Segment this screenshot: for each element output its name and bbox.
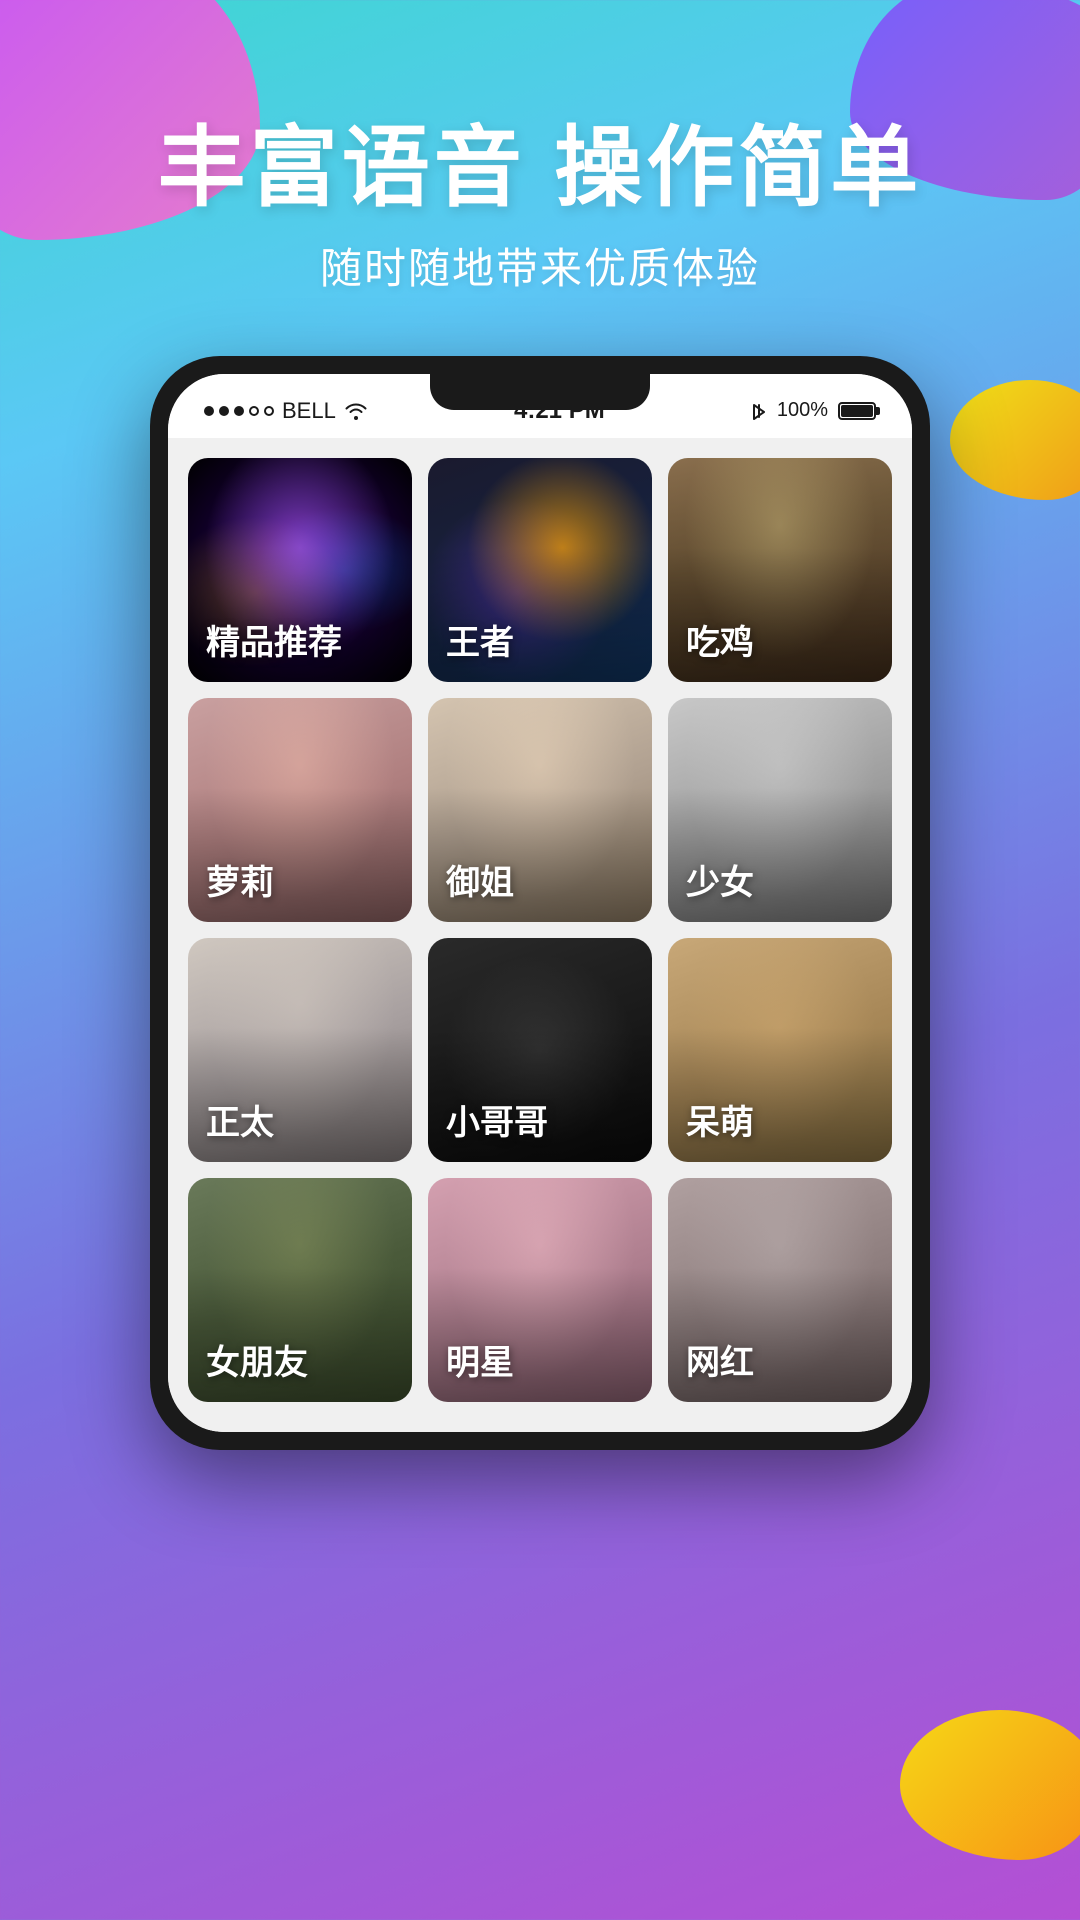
- grid-item-label-xiaogege: 小哥哥: [446, 1095, 548, 1144]
- status-left: BELL: [204, 398, 368, 424]
- main-title: 丰富语音 操作简单: [0, 120, 1080, 217]
- dot4: [249, 406, 259, 416]
- grid-item-label-yujie: 御姐: [446, 855, 514, 904]
- grid-item-label-mingxing: 明星: [446, 1335, 514, 1384]
- grid-item-shaonv[interactable]: 少女: [668, 698, 892, 922]
- grid-container: 精品推荐 王者 吃鸡萝莉 御姐 少女正太 小哥哥 呆萌女朋友 明星 网红: [188, 458, 892, 1402]
- grid-item-jingpintuijian[interactable]: 精品推荐: [188, 458, 412, 682]
- grid-item-label-qumeng: 呆萌: [686, 1095, 754, 1144]
- phone-wrapper: BELL 4:21 PM 100%: [0, 356, 1080, 1450]
- dot3: [234, 406, 244, 416]
- grid-item-mingxing[interactable]: 明星: [428, 1178, 652, 1402]
- grid-item-xiaogege[interactable]: 小哥哥: [428, 938, 652, 1162]
- grid-item-chiji[interactable]: 吃鸡: [668, 458, 892, 682]
- app-content: 精品推荐 王者 吃鸡萝莉 御姐 少女正太 小哥哥 呆萌女朋友 明星 网红: [168, 438, 912, 1432]
- phone-notch: [430, 374, 650, 410]
- signal-dots: [204, 406, 274, 416]
- grid-item-label-wangzhe: 王者: [446, 615, 514, 664]
- grid-item-label-zhengtai: 正太: [206, 1095, 274, 1144]
- grid-item-label-wanghong: 网红: [686, 1335, 754, 1384]
- grid-item-label-shaonv: 少女: [686, 855, 754, 904]
- dot5: [264, 406, 274, 416]
- battery-percent: 100%: [777, 399, 828, 422]
- grid-item-qumeng[interactable]: 呆萌: [668, 938, 892, 1162]
- sub-title: 随时随地带来优质体验: [0, 235, 1080, 296]
- partial-row: [188, 1402, 892, 1432]
- decorative-blob-bottomright: [900, 1710, 1080, 1860]
- grid-item-yujie[interactable]: 御姐: [428, 698, 652, 922]
- grid-item-wangzhe[interactable]: 王者: [428, 458, 652, 682]
- grid-item-label-npengyou: 女朋友: [206, 1335, 308, 1384]
- status-right: 100%: [751, 399, 876, 422]
- battery-bar: [838, 402, 876, 420]
- grid-item-label-luoli: 萝莉: [206, 855, 274, 904]
- battery-fill: [841, 405, 873, 417]
- dot2: [219, 406, 229, 416]
- grid-item-npengyou[interactable]: 女朋友: [188, 1178, 412, 1402]
- bluetooth-icon: [751, 400, 767, 422]
- header-section: 丰富语音 操作简单 随时随地带来优质体验: [0, 0, 1080, 296]
- grid-item-label-jingpintuijian: 精品推荐: [206, 615, 342, 664]
- grid-item-label-chiji: 吃鸡: [686, 615, 754, 664]
- dot1: [204, 406, 214, 416]
- phone-frame: BELL 4:21 PM 100%: [150, 356, 930, 1450]
- grid-item-luoli[interactable]: 萝莉: [188, 698, 412, 922]
- grid-item-zhengtai[interactable]: 正太: [188, 938, 412, 1162]
- phone-screen: BELL 4:21 PM 100%: [168, 374, 912, 1432]
- carrier-label: BELL: [282, 398, 336, 424]
- wifi-icon: [344, 402, 368, 420]
- grid-item-wanghong[interactable]: 网红: [668, 1178, 892, 1402]
